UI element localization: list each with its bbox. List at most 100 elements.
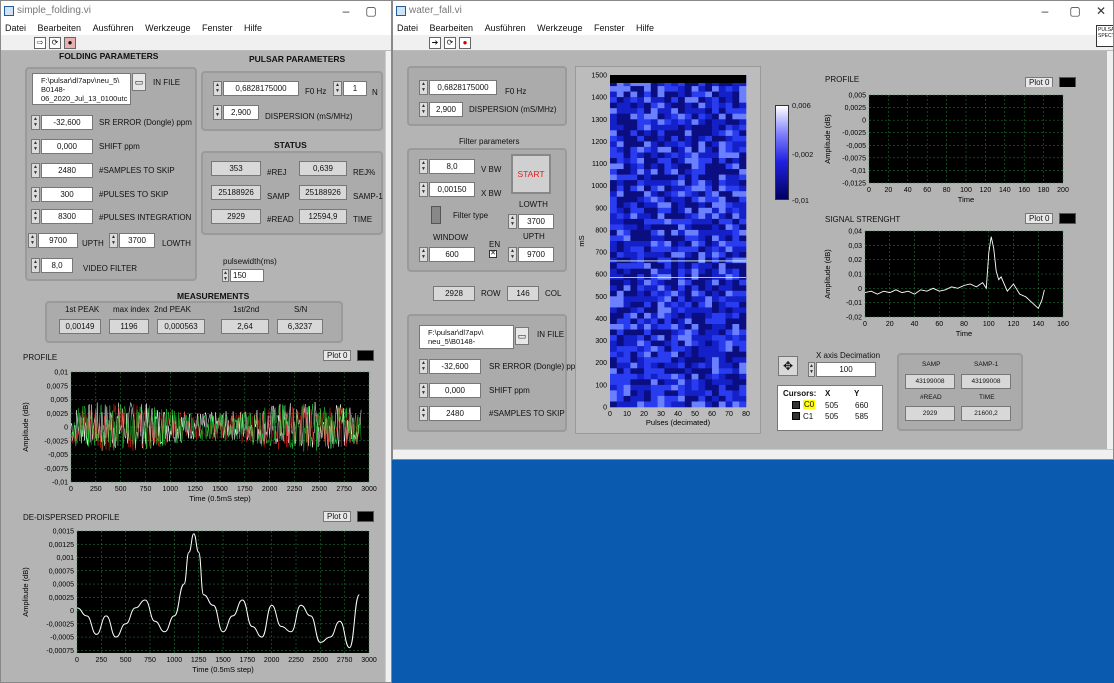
f0-field[interactable]: 0,6828175000 (223, 81, 299, 96)
n-field[interactable]: 1 (343, 81, 367, 96)
wf-upth-spinner[interactable]: ▲ ▼ (508, 247, 517, 262)
filter-type-switch[interactable] (431, 206, 441, 224)
heatmap-cell (712, 340, 720, 347)
sr-error-field[interactable]: -32,600 (41, 115, 93, 130)
xdec-spinner[interactable]: ▲ ▼ (808, 362, 815, 377)
xbw-field[interactable]: 0,00150 (429, 182, 475, 197)
heatmap-cell (657, 169, 665, 175)
wf-f0-spinner[interactable]: ▲ ▼ (419, 80, 428, 95)
pulses-skip-field[interactable]: 300 (41, 187, 93, 202)
wf-lowth-field[interactable]: 3700 (518, 214, 554, 229)
en-checkbox[interactable]: ✕ (489, 250, 497, 258)
shift-spinner[interactable]: ▲ ▼ (31, 139, 40, 154)
wf-browse-folder-icon[interactable]: ▭ (515, 327, 529, 345)
menu-hilfe[interactable]: Hilfe (244, 23, 262, 33)
cursor-c0-name[interactable]: C0 (803, 400, 816, 409)
wf-upth-field[interactable]: 9700 (518, 247, 554, 262)
heatmap-cell (739, 191, 747, 197)
window-field[interactable]: 600 (429, 247, 475, 262)
vbw-spinner[interactable]: ▲ ▼ (419, 159, 428, 174)
abort-icon[interactable]: ● (459, 37, 471, 49)
wf-in-file-path[interactable]: F:\pulsar\dl7apv\ neu_5\B0148- (419, 325, 514, 349)
run-arrow-icon[interactable]: ➔ (429, 37, 441, 49)
heatmap-cell (698, 235, 706, 242)
dm-spinner[interactable]: ▲ ▼ (213, 105, 222, 120)
y-tick-label: 0 (603, 405, 607, 412)
heatmap-cell (712, 207, 720, 214)
xbw-spinner[interactable]: ▲ ▼ (419, 182, 428, 197)
cursor-c0-icon[interactable] (792, 401, 800, 409)
wf-f0-field[interactable]: 0,6828175000 (429, 80, 497, 95)
browse-folder-icon[interactable]: ▭ (132, 73, 146, 91)
heatmap-cell (637, 235, 645, 242)
left-scrollbar[interactable] (385, 51, 391, 682)
lowth-spinner[interactable]: ▲ ▼ (109, 233, 118, 248)
pulsewidth-spinner[interactable]: ▲ ▼ (222, 269, 229, 282)
wf-shift-field[interactable]: 0,000 (429, 383, 481, 398)
cursor-c1-name[interactable]: C1 (803, 412, 813, 421)
heatmap-cell (637, 351, 645, 358)
pulses-int-field[interactable]: 8300 (41, 209, 93, 224)
signal-plot-legend[interactable]: Plot 0 (1025, 213, 1054, 224)
window-spinner[interactable]: ▲ ▼ (419, 247, 428, 262)
wf-lowth-spinner[interactable]: ▲ ▼ (508, 214, 517, 229)
wf-samples-skip-field[interactable]: 2480 (429, 406, 481, 421)
graph-palette-icon[interactable]: ✥ (778, 356, 798, 376)
wf-dm-field[interactable]: 2,900 (429, 102, 463, 117)
heatmap-cell (610, 174, 618, 181)
f0-spinner[interactable]: ▲ ▼ (213, 81, 222, 96)
menu-bearbeiten[interactable]: Bearbeiten (38, 23, 82, 33)
wf-shift-spinner[interactable]: ▲ ▼ (419, 383, 428, 398)
pulsewidth-field[interactable]: 150 (230, 269, 264, 282)
run-continuously-icon[interactable]: ⟳ (444, 37, 456, 49)
run-continuously-icon[interactable]: ⟳ (49, 37, 61, 49)
abort-icon[interactable]: ● (64, 37, 76, 49)
right-scrollbar-h[interactable] (393, 449, 1113, 459)
video-filter-spinner[interactable]: ▲ ▼ (31, 258, 40, 273)
upth-spinner[interactable]: ▲ ▼ (28, 233, 37, 248)
n-spinner[interactable]: ▲ ▼ (333, 81, 342, 96)
menu-fenster[interactable]: Fenster (202, 23, 233, 33)
cursor-c1-icon[interactable] (792, 412, 800, 420)
wf-sr-error-spinner[interactable]: ▲ ▼ (419, 359, 428, 374)
wf-samples-skip-spinner[interactable]: ▲ ▼ (419, 406, 428, 421)
pulses-int-spinner[interactable]: ▲ ▼ (31, 209, 40, 224)
menu-hilfe[interactable]: Hilfe (636, 23, 654, 33)
menu-werkzeuge[interactable]: Werkzeuge (145, 23, 190, 33)
minimize-button[interactable]: – (1030, 1, 1060, 21)
heatmap-cell (678, 169, 686, 175)
dm-field[interactable]: 2,900 (223, 105, 259, 120)
upth-field[interactable]: 9700 (38, 233, 78, 248)
profile-plot-legend[interactable]: Plot 0 (323, 350, 352, 361)
heatmap-cell (671, 252, 679, 258)
vbw-field[interactable]: 8,0 (429, 159, 475, 174)
samples-skip-field[interactable]: 2480 (41, 163, 93, 178)
menu-datei[interactable]: Datei (397, 23, 418, 33)
maximize-button[interactable]: ▢ (356, 1, 386, 21)
run-arrow-icon[interactable]: ⇨ (34, 37, 46, 49)
sr-error-spinner[interactable]: ▲ ▼ (31, 115, 40, 130)
menu-datei[interactable]: Datei (5, 23, 26, 33)
heatmap-cell (739, 285, 747, 292)
menu-bearbeiten[interactable]: Bearbeiten (430, 23, 474, 33)
x-tick-label: 80 (943, 187, 951, 194)
menu-ausfuehren[interactable]: Ausführen (485, 23, 526, 33)
lowth-field[interactable]: 3700 (119, 233, 155, 248)
close-button[interactable]: ✕ (1086, 1, 1113, 21)
start-button[interactable]: START (511, 154, 551, 194)
menu-fenster[interactable]: Fenster (594, 23, 625, 33)
dedisp-plot-legend[interactable]: Plot 0 (323, 511, 352, 522)
shift-field[interactable]: 0,000 (41, 139, 93, 154)
menu-ausfuehren[interactable]: Ausführen (93, 23, 134, 33)
video-filter-field[interactable]: 8,0 (41, 258, 73, 273)
pulses-skip-spinner[interactable]: ▲ ▼ (31, 187, 40, 202)
in-file-path[interactable]: F:\pulsar\dl7apv\neu_5\ B0148- 06_2020_J… (32, 73, 131, 105)
heatmap-cell (657, 312, 665, 319)
wf-dm-spinner[interactable]: ▲ ▼ (419, 102, 428, 117)
cursor-y-header: Y (854, 389, 860, 398)
wf-sr-error-field[interactable]: -32,600 (429, 359, 481, 374)
right-scrollbar-v[interactable] (1107, 51, 1113, 449)
menu-werkzeuge[interactable]: Werkzeuge (537, 23, 582, 33)
samples-skip-spinner[interactable]: ▲ ▼ (31, 163, 40, 178)
xdec-field[interactable]: 100 (816, 362, 876, 377)
